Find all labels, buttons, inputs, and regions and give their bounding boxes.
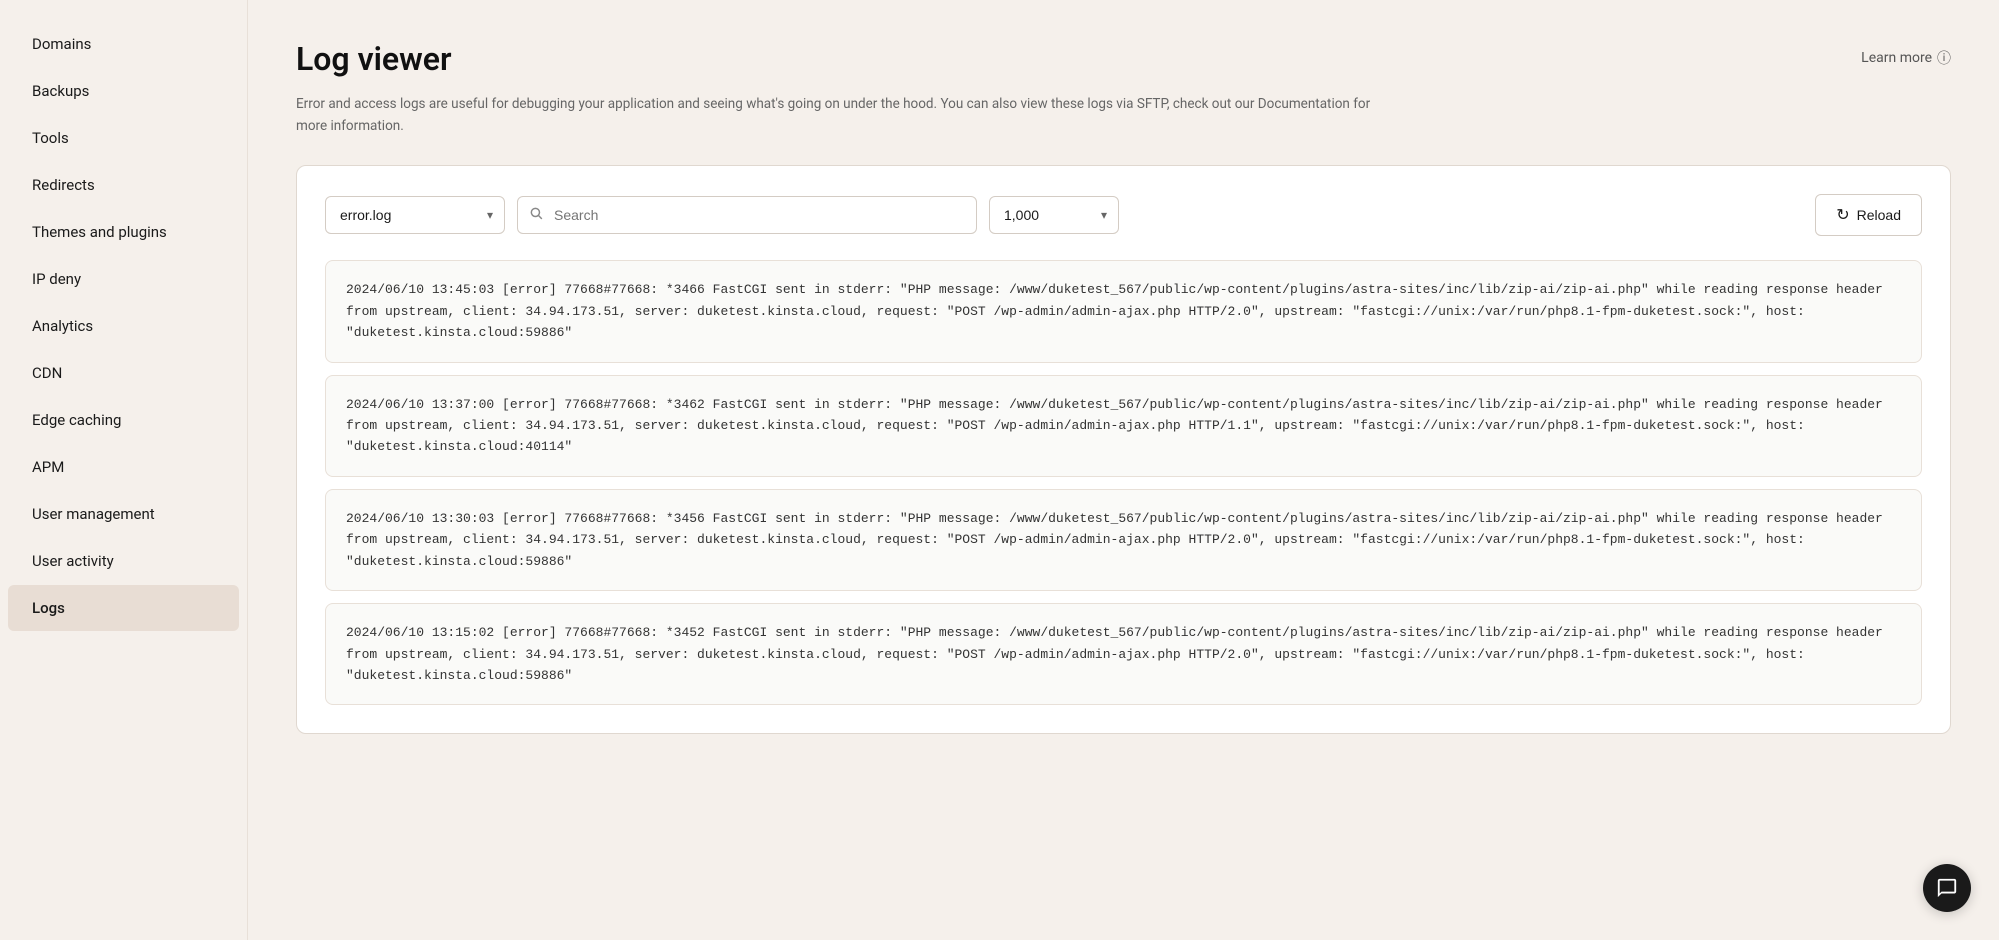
sidebar-item-domains[interactable]: Domains <box>8 21 239 67</box>
reload-button[interactable]: ↻ Reload <box>1815 194 1922 236</box>
main-content: Log viewer Learn more ⓘ Error and access… <box>248 0 1999 940</box>
log-entry: 2024/06/10 13:45:03 [error] 77668#77668:… <box>325 260 1922 362</box>
log-file-select-wrapper: error.logaccess.log ▾ <box>325 196 505 234</box>
lines-select[interactable]: 1005001,0005,000 <box>989 196 1119 234</box>
log-container: error.logaccess.log ▾ 1005001,0005,000 ▾ <box>296 165 1951 734</box>
sidebar-item-redirects[interactable]: Redirects <box>8 162 239 208</box>
log-entry: 2024/06/10 13:37:00 [error] 77668#77668:… <box>325 375 1922 477</box>
sidebar-item-tools[interactable]: Tools <box>8 115 239 161</box>
search-wrapper <box>517 196 977 234</box>
sidebar-item-themes-plugins[interactable]: Themes and plugins <box>8 209 239 255</box>
learn-more-link[interactable]: Learn more ⓘ <box>1861 48 1951 68</box>
search-input[interactable] <box>517 196 977 234</box>
search-icon <box>529 206 543 224</box>
log-entry: 2024/06/10 13:30:03 [error] 77668#77668:… <box>325 489 1922 591</box>
reload-icon: ↻ <box>1836 205 1849 225</box>
lines-select-wrapper: 1005001,0005,000 ▾ <box>989 196 1119 234</box>
sidebar-item-logs[interactable]: Logs <box>8 585 239 631</box>
page-title: Log viewer <box>296 40 451 78</box>
sidebar-item-user-management[interactable]: User management <box>8 491 239 537</box>
page-description: Error and access logs are useful for deb… <box>296 94 1396 137</box>
sidebar-item-edge-caching[interactable]: Edge caching <box>8 397 239 443</box>
learn-more-label: Learn more <box>1861 50 1932 66</box>
chat-bubble-button[interactable] <box>1923 864 1971 912</box>
log-entries-list: 2024/06/10 13:45:03 [error] 77668#77668:… <box>325 260 1922 705</box>
log-entry: 2024/06/10 13:15:02 [error] 77668#77668:… <box>325 603 1922 705</box>
info-icon: ⓘ <box>1937 48 1951 68</box>
page-header: Log viewer Learn more ⓘ <box>296 40 1951 78</box>
sidebar-item-ip-deny[interactable]: IP deny <box>8 256 239 302</box>
controls-row: error.logaccess.log ▾ 1005001,0005,000 ▾ <box>325 194 1922 236</box>
sidebar-item-analytics[interactable]: Analytics <box>8 303 239 349</box>
sidebar-item-apm[interactable]: APM <box>8 444 239 490</box>
sidebar-item-backups[interactable]: Backups <box>8 68 239 114</box>
sidebar-item-cdn[interactable]: CDN <box>8 350 239 396</box>
log-file-select[interactable]: error.logaccess.log <box>325 196 505 234</box>
sidebar-item-user-activity[interactable]: User activity <box>8 538 239 584</box>
reload-label: Reload <box>1857 207 1901 223</box>
sidebar: DomainsBackupsToolsRedirectsThemes and p… <box>0 0 248 940</box>
